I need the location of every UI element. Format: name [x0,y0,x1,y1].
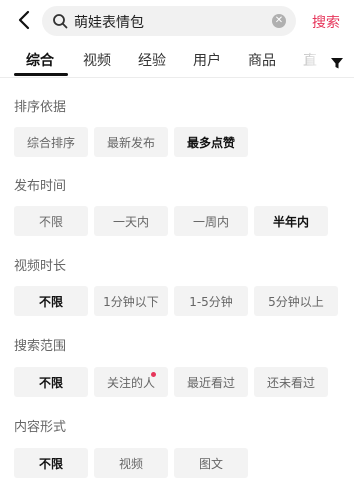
tab-bar: 综合 视频 经验 用户 商品 直 [0,44,354,78]
tab-all[interactable]: 综合 [26,50,54,70]
section-title-duration: 视频时长 [14,259,67,274]
clear-icon[interactable]: ✕ [272,14,286,28]
chip-sort-comprehensive[interactable]: 综合排序 [14,127,88,157]
chip-label: 视频 [118,456,143,471]
search-button[interactable]: 搜索 [312,12,340,32]
chip-label: 不限 [38,214,63,229]
chip-time-any[interactable]: 不限 [14,206,88,236]
chip-label: 不限 [38,375,63,390]
tab-users[interactable]: 用户 [193,50,221,70]
chip-label: 1-5分钟 [189,294,233,309]
chip-label: 还未看过 [266,375,315,390]
search-query-text: 萌娃表情包 [74,15,144,31]
chip-label: 一周内 [192,214,229,229]
chip-label: 1分钟以下 [103,294,159,309]
chip-label: 最新发布 [106,135,155,150]
back-arrow-icon [18,10,30,30]
tab-video[interactable]: 视频 [83,50,111,70]
section-title-sort: 排序依据 [14,100,67,115]
chip-label: 最近看过 [186,375,235,390]
chip-scope-unseen[interactable]: 还未看过 [254,367,328,397]
tab-experience[interactable]: 经验 [138,50,166,70]
tab-fade [296,46,326,74]
active-tab-indicator [14,73,68,76]
chip-label: 一天内 [112,214,149,229]
chip-format-image-text[interactable]: 图文 [174,448,248,478]
filter-icon[interactable] [330,56,344,70]
chip-scope-any[interactable]: 不限 [14,367,88,397]
chip-duration-1-5[interactable]: 1-5分钟 [174,286,248,316]
chip-label: 综合排序 [26,135,75,150]
chip-sort-most-likes[interactable]: 最多点赞 [174,127,248,157]
back-button[interactable] [12,8,36,32]
chip-format-video[interactable]: 视频 [94,448,168,478]
chip-duration-over-5[interactable]: 5分钟以上 [254,286,338,316]
chip-label: 不限 [38,294,63,309]
section-title-time: 发布时间 [14,179,67,194]
chip-label: 5分钟以上 [268,294,324,309]
chip-time-half-year[interactable]: 半年内 [254,206,328,236]
chip-scope-following[interactable]: 关注的人 [94,367,168,397]
chip-duration-any[interactable]: 不限 [14,286,88,316]
chip-format-any[interactable]: 不限 [14,448,88,478]
chip-label: 关注的人 [106,375,155,390]
chip-label: 图文 [198,456,223,471]
chip-label: 最多点赞 [186,135,235,150]
chip-time-day[interactable]: 一天内 [94,206,168,236]
chip-sort-latest[interactable]: 最新发布 [94,127,168,157]
chip-label: 半年内 [272,214,309,229]
search-icon [53,14,68,29]
chip-duration-under-1[interactable]: 1分钟以下 [94,286,168,316]
section-title-scope: 搜索范围 [14,339,67,354]
tab-products[interactable]: 商品 [248,50,276,70]
chip-time-week[interactable]: 一周内 [174,206,248,236]
search-input[interactable]: 萌娃表情包 ✕ [42,6,296,36]
top-bar: 萌娃表情包 ✕ 搜索 [0,0,354,42]
chip-label: 不限 [38,456,63,471]
chip-scope-recent[interactable]: 最近看过 [174,367,248,397]
new-dot-indicator [151,372,156,377]
section-title-format: 内容形式 [14,420,67,435]
